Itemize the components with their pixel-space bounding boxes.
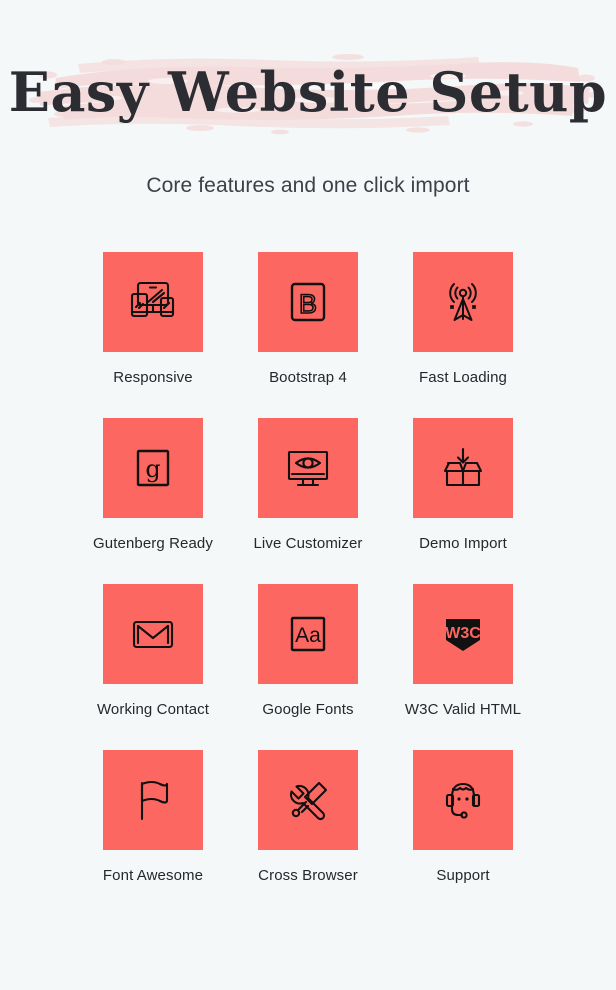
- feature-label: Font Awesome: [102, 867, 204, 884]
- devices-responsive-icon: [130, 281, 175, 318]
- feature-item-cross-browser[interactable]: Cross Browser: [231, 750, 386, 885]
- page-subtitle: Core features and one click import: [146, 174, 470, 197]
- feature-tile[interactable]: [258, 750, 358, 850]
- feature-label: Live Customizer: [253, 535, 363, 552]
- broadcast-tower-icon: [449, 283, 477, 321]
- page-title: Easy Website Setup: [8, 60, 608, 124]
- feature-label: Fast Loading: [419, 369, 507, 386]
- feature-item-working-contact[interactable]: Working Contact: [76, 584, 231, 719]
- feature-showcase-page: Easy Website Setup Core features and one…: [0, 0, 616, 990]
- feature-label: W3C Valid HTML: [404, 701, 522, 718]
- feature-tile[interactable]: [103, 584, 203, 684]
- features-row: Working Contact Aa Google Fonts W3C W3C …: [0, 584, 616, 719]
- feature-label: Responsive: [113, 369, 193, 386]
- feature-tile[interactable]: [413, 418, 513, 518]
- feature-tile[interactable]: W3C: [413, 584, 513, 684]
- feature-tile[interactable]: [103, 750, 203, 850]
- envelope-icon: [132, 620, 174, 649]
- feature-tile[interactable]: [413, 252, 513, 352]
- headset-icon: [445, 782, 481, 819]
- box-download-icon: [443, 447, 483, 487]
- svg-text:Aa: Aa: [295, 624, 321, 647]
- bootstrap-b-square-icon: B: [290, 282, 326, 322]
- feature-item-support[interactable]: Support: [386, 750, 541, 885]
- features-row: Responsive B Bootstrap 4 Fast Loading: [0, 252, 616, 387]
- features-row: g Gutenberg Ready Live Customizer Demo I…: [0, 418, 616, 553]
- feature-label: Demo Import: [419, 535, 507, 552]
- feature-tile[interactable]: Aa: [258, 584, 358, 684]
- feature-tile[interactable]: [413, 750, 513, 850]
- feature-item-bootstrap-4[interactable]: B Bootstrap 4: [231, 252, 386, 387]
- w3c-shield-icon: W3C: [445, 619, 481, 651]
- feature-item-live-customizer[interactable]: Live Customizer: [231, 418, 386, 553]
- page-header: Easy Website Setup Core features and one…: [0, 0, 616, 198]
- feature-label: Google Fonts: [262, 701, 354, 718]
- feature-tile[interactable]: B: [258, 252, 358, 352]
- feature-tile[interactable]: [258, 418, 358, 518]
- svg-text:g: g: [145, 455, 160, 483]
- wrench-screwdriver-icon: [289, 781, 328, 821]
- feature-label: Cross Browser: [258, 867, 358, 884]
- feature-tile[interactable]: g: [103, 418, 203, 518]
- feature-item-fast-loading[interactable]: Fast Loading: [386, 252, 541, 387]
- feature-item-google-fonts[interactable]: Aa Google Fonts: [231, 584, 386, 719]
- feature-tile[interactable]: [103, 252, 203, 352]
- title-brush-wrap: Easy Website Setup: [0, 44, 616, 140]
- feature-label: Support: [436, 867, 490, 884]
- typography-aa-square-icon: Aa: [290, 616, 326, 652]
- feature-label: Bootstrap 4: [269, 369, 347, 386]
- features-row: Font Awesome Cross Browser Support: [0, 750, 616, 885]
- feature-label: Gutenberg Ready: [93, 535, 213, 552]
- flag-icon: [140, 780, 169, 821]
- svg-text:B: B: [299, 289, 317, 319]
- feature-item-w3c-valid-html[interactable]: W3C W3C Valid HTML: [386, 584, 541, 719]
- monitor-eye-icon: [287, 450, 329, 487]
- feature-item-font-awesome[interactable]: Font Awesome: [76, 750, 231, 885]
- gutenberg-g-square-icon: g: [136, 449, 170, 487]
- features-grid: Responsive B Bootstrap 4 Fast Loading g …: [0, 252, 616, 916]
- feature-label: Working Contact: [96, 701, 210, 718]
- svg-text:W3C: W3C: [445, 625, 481, 642]
- feature-item-gutenberg-ready[interactable]: g Gutenberg Ready: [76, 418, 231, 553]
- feature-item-demo-import[interactable]: Demo Import: [386, 418, 541, 553]
- feature-item-responsive[interactable]: Responsive: [76, 252, 231, 387]
